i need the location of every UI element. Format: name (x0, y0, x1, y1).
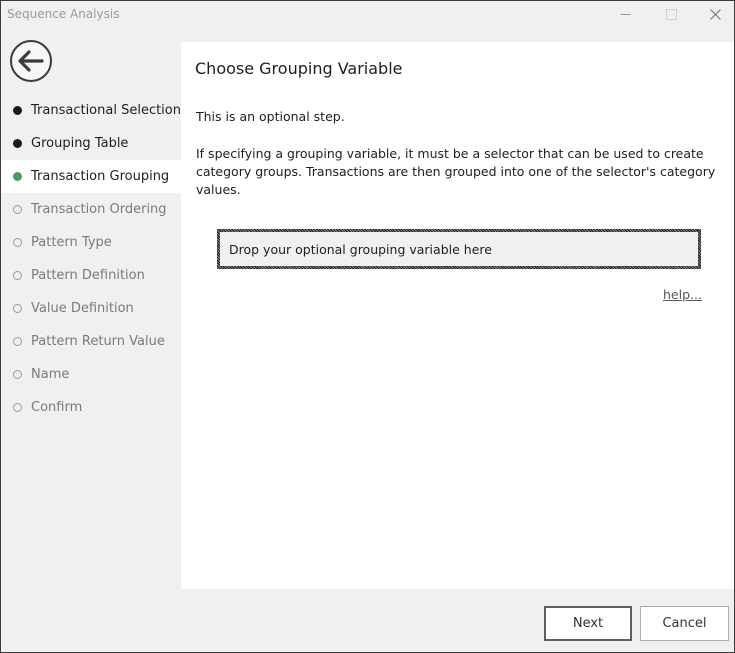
page-title: Choose Grouping Variable (195, 59, 403, 78)
step-item[interactable]: Transaction Grouping (1, 160, 181, 193)
step-label: Confirm (31, 400, 83, 415)
help-link[interactable]: help... (663, 287, 702, 302)
maximize-button[interactable] (648, 1, 694, 27)
step-status-dot (13, 139, 22, 148)
title-bar: Sequence Analysis (1, 1, 734, 27)
step-status-dot (13, 337, 22, 346)
step-label: Transaction Ordering (31, 202, 167, 217)
grouping-variable-dropzone[interactable]: Drop your optional grouping variable her… (217, 229, 701, 269)
dropzone-label: Drop your optional grouping variable her… (220, 232, 698, 266)
step-status-dot (13, 304, 22, 313)
content-panel: Choose Grouping Variable This is an opti… (181, 42, 734, 589)
step-status-dot (13, 172, 22, 181)
minimize-button[interactable] (602, 1, 648, 27)
step-status-dot (13, 271, 22, 280)
step-item[interactable]: Pattern Definition (1, 259, 181, 292)
step-status-dot (13, 238, 22, 247)
step-label: Transaction Grouping (31, 169, 170, 184)
wizard-window: Sequence Analysis Transactional Selectio… (0, 0, 735, 653)
step-item[interactable]: Pattern Return Value (1, 325, 181, 358)
step-item[interactable]: Value Definition (1, 292, 181, 325)
step-item[interactable]: Grouping Table (1, 127, 181, 160)
step-item[interactable]: Pattern Type (1, 226, 181, 259)
back-arrow-icon (18, 50, 44, 72)
step-label: Value Definition (31, 301, 134, 316)
maximize-icon (665, 8, 677, 20)
description-text: If specifying a grouping variable, it mu… (196, 146, 716, 197)
step-status-dot (13, 403, 22, 412)
step-item[interactable]: Confirm (1, 391, 181, 424)
wizard-steps: Transactional Selection Grouping Table T… (1, 94, 181, 424)
step-label: Pattern Type (31, 235, 112, 250)
window-title: Sequence Analysis (7, 7, 120, 21)
step-label: Transactional Selection (31, 103, 181, 118)
step-status-dot (13, 370, 22, 379)
step-status-dot (13, 106, 22, 115)
close-icon (709, 8, 721, 20)
step-label: Pattern Definition (31, 268, 145, 283)
intro-text: This is an optional step. (196, 109, 345, 124)
cancel-button[interactable]: Cancel (640, 606, 729, 641)
close-button[interactable] (692, 1, 734, 27)
next-button[interactable]: Next (544, 606, 632, 641)
step-item[interactable]: Transactional Selection (1, 94, 181, 127)
step-item[interactable]: Name (1, 358, 181, 391)
step-label: Grouping Table (31, 136, 129, 151)
step-label: Pattern Return Value (31, 334, 165, 349)
step-status-dot (13, 205, 22, 214)
step-item[interactable]: Transaction Ordering (1, 193, 181, 226)
minimize-icon (620, 13, 630, 15)
step-label: Name (31, 367, 70, 382)
back-button[interactable] (10, 40, 52, 82)
